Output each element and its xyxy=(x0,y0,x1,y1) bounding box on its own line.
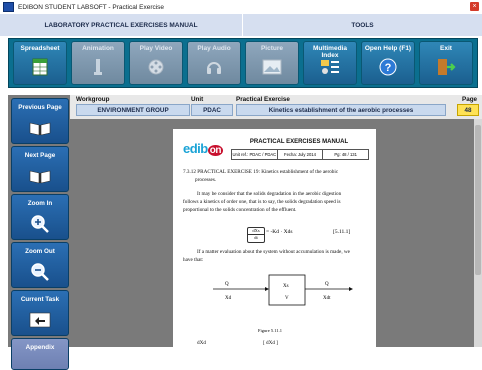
zoom-in-magnifier-icon xyxy=(28,214,52,234)
paragraph-line: follows a kinetics of order one, that is… xyxy=(183,199,341,205)
outflow-q: Q xyxy=(325,282,329,287)
inflow-q: Q xyxy=(225,282,229,287)
workgroup-value: ENVIRONMENT GROUP xyxy=(76,104,190,116)
equation-number: [5.11.1] xyxy=(333,229,351,235)
fraction-denominator: dt xyxy=(254,235,258,240)
appendix-label: Appendix xyxy=(25,344,55,351)
open-help-button[interactable]: Open Help (F1) ? xyxy=(361,41,415,85)
picture-button[interactable]: Picture xyxy=(245,41,299,85)
multimedia-index-icon xyxy=(320,57,340,77)
date-cell: Fecha: July 2014 xyxy=(278,150,324,159)
workgroup-label: Workgroup xyxy=(76,96,110,103)
spreadsheet-label: Spreadsheet xyxy=(20,45,60,52)
tools-header: TOOLS xyxy=(243,14,482,36)
equation-rhs: = -Kd · Xds xyxy=(266,229,293,235)
play-audio-button[interactable]: Play Audio xyxy=(187,41,241,85)
page-label: Page xyxy=(462,96,478,103)
exit-door-icon xyxy=(436,57,456,77)
exit-label: Exit xyxy=(440,45,452,52)
film-reel-icon xyxy=(146,57,166,77)
play-audio-label: Play Audio xyxy=(197,45,231,52)
window-title: EDIBON STUDENT LABSOFT - Practical Exerc… xyxy=(18,3,165,11)
spreadsheet-icon xyxy=(30,57,50,77)
next-page-label: Next Page xyxy=(24,152,56,159)
previous-page-label: Previous Page xyxy=(18,104,62,111)
multimedia-index-button[interactable]: Multimedia Index xyxy=(303,41,357,85)
appendix-button[interactable]: Appendix xyxy=(11,338,69,370)
document-header-table: Unit ref.: PDAC / PDAC Fecha: July 2014 … xyxy=(231,149,369,160)
reactor-x: Xs xyxy=(283,284,289,289)
open-help-label: Open Help (F1) xyxy=(364,45,412,52)
mass-balance-diagram: Q Xd Xs V Q Xdt xyxy=(213,274,353,306)
figure-caption: Figure 5.11.1 xyxy=(258,328,282,333)
vertical-scrollbar[interactable] xyxy=(474,119,482,347)
zoom-out-label: Zoom Out xyxy=(25,248,55,255)
practical-exercise-value: Kinetics establishment of the aerobic pr… xyxy=(236,104,446,116)
exit-button[interactable]: Exit xyxy=(419,41,473,85)
unit-ref-cell: Unit ref.: PDAC / PDAC xyxy=(232,150,278,159)
equation-fraction-box: dXs dt xyxy=(247,227,265,243)
exercise-heading: 7.3.12 PRACTICAL EXERCISE 19: Kinetics e… xyxy=(183,169,339,175)
headphones-icon xyxy=(204,57,224,77)
document-viewer: edib on PRACTICAL EXERCISES MANUAL Unit r… xyxy=(70,119,482,347)
manual-title: PRACTICAL EXERCISES MANUAL xyxy=(249,139,349,145)
logo-text-a: edib xyxy=(183,141,208,156)
app-icon xyxy=(3,2,14,12)
picture-label: Picture xyxy=(260,45,284,52)
current-task-button[interactable]: Current Task xyxy=(11,290,69,336)
logo-text-b: on xyxy=(207,145,223,156)
open-book-icon xyxy=(28,118,52,138)
spreadsheet-button[interactable]: Spreadsheet xyxy=(13,41,67,85)
page-number-badge: 48 xyxy=(457,104,479,116)
play-video-button[interactable]: Play Video xyxy=(129,41,183,85)
exercise-heading-cont: processes. xyxy=(195,177,217,183)
document-page: edib on PRACTICAL EXERCISES MANUAL Unit r… xyxy=(173,129,376,347)
exercise-info-bar: Workgroup ENVIRONMENT GROUP Unit PDAC Pr… xyxy=(70,95,482,119)
play-video-label: Play Video xyxy=(139,45,173,52)
current-task-label: Current Task xyxy=(20,296,60,303)
page-cell: Pg: 48 / 131 xyxy=(334,152,357,157)
section-header: LABORATORY PRACTICAL EXERCISES MANUAL TO… xyxy=(0,14,482,36)
unit-label: Unit xyxy=(191,96,204,103)
tools-toolbar: Spreadsheet Animation Play Video Play Au… xyxy=(8,38,478,88)
svg-text:?: ? xyxy=(385,62,392,74)
reactor-v: V xyxy=(285,296,289,301)
zoom-out-magnifier-icon xyxy=(28,262,52,282)
manual-header: LABORATORY PRACTICAL EXERCISES MANUAL xyxy=(0,14,242,36)
zoom-in-button[interactable]: Zoom In xyxy=(11,194,69,240)
inflow-arrow xyxy=(265,287,269,291)
inflow-x: Xd xyxy=(225,296,232,301)
paragraph-line: If a matter evaluation about the system … xyxy=(197,249,350,255)
zoom-out-button[interactable]: Zoom Out xyxy=(11,242,69,288)
navigation-panel: Previous Page Next Page Zoom In Zoom Out… xyxy=(8,95,70,370)
bottom-eq-mid: [ dXd ] xyxy=(263,340,278,346)
animation-button[interactable]: Animation xyxy=(71,41,125,85)
fraction-numerator: dXs xyxy=(248,228,264,235)
practical-exercise-label: Practical Exercise xyxy=(236,96,290,103)
paragraph-line: proportional to the solids concentration… xyxy=(183,207,297,213)
outflow-arrow xyxy=(349,287,353,291)
previous-page-button[interactable]: Previous Page xyxy=(11,98,69,144)
outflow-x: Xdt xyxy=(323,296,331,301)
edibon-logo: edib on xyxy=(183,141,223,156)
zoom-in-label: Zoom In xyxy=(27,200,53,207)
paragraph-line: It may be consider that the solids degra… xyxy=(197,191,342,197)
picture-icon xyxy=(262,57,282,77)
window-titlebar: EDIBON STUDENT LABSOFT - Practical Exerc… xyxy=(0,0,482,14)
scrollbar-thumb[interactable] xyxy=(475,125,481,275)
animation-label: Animation xyxy=(82,45,114,52)
unit-value: PDAC xyxy=(191,104,233,116)
next-page-button[interactable]: Next Page xyxy=(11,146,69,192)
help-question-icon: ? xyxy=(378,57,398,77)
open-book-icon xyxy=(28,166,52,186)
current-task-icon xyxy=(28,310,52,330)
close-window-button[interactable]: × xyxy=(470,2,479,11)
animation-icon xyxy=(88,57,108,77)
paragraph-line: have that: xyxy=(183,257,204,263)
